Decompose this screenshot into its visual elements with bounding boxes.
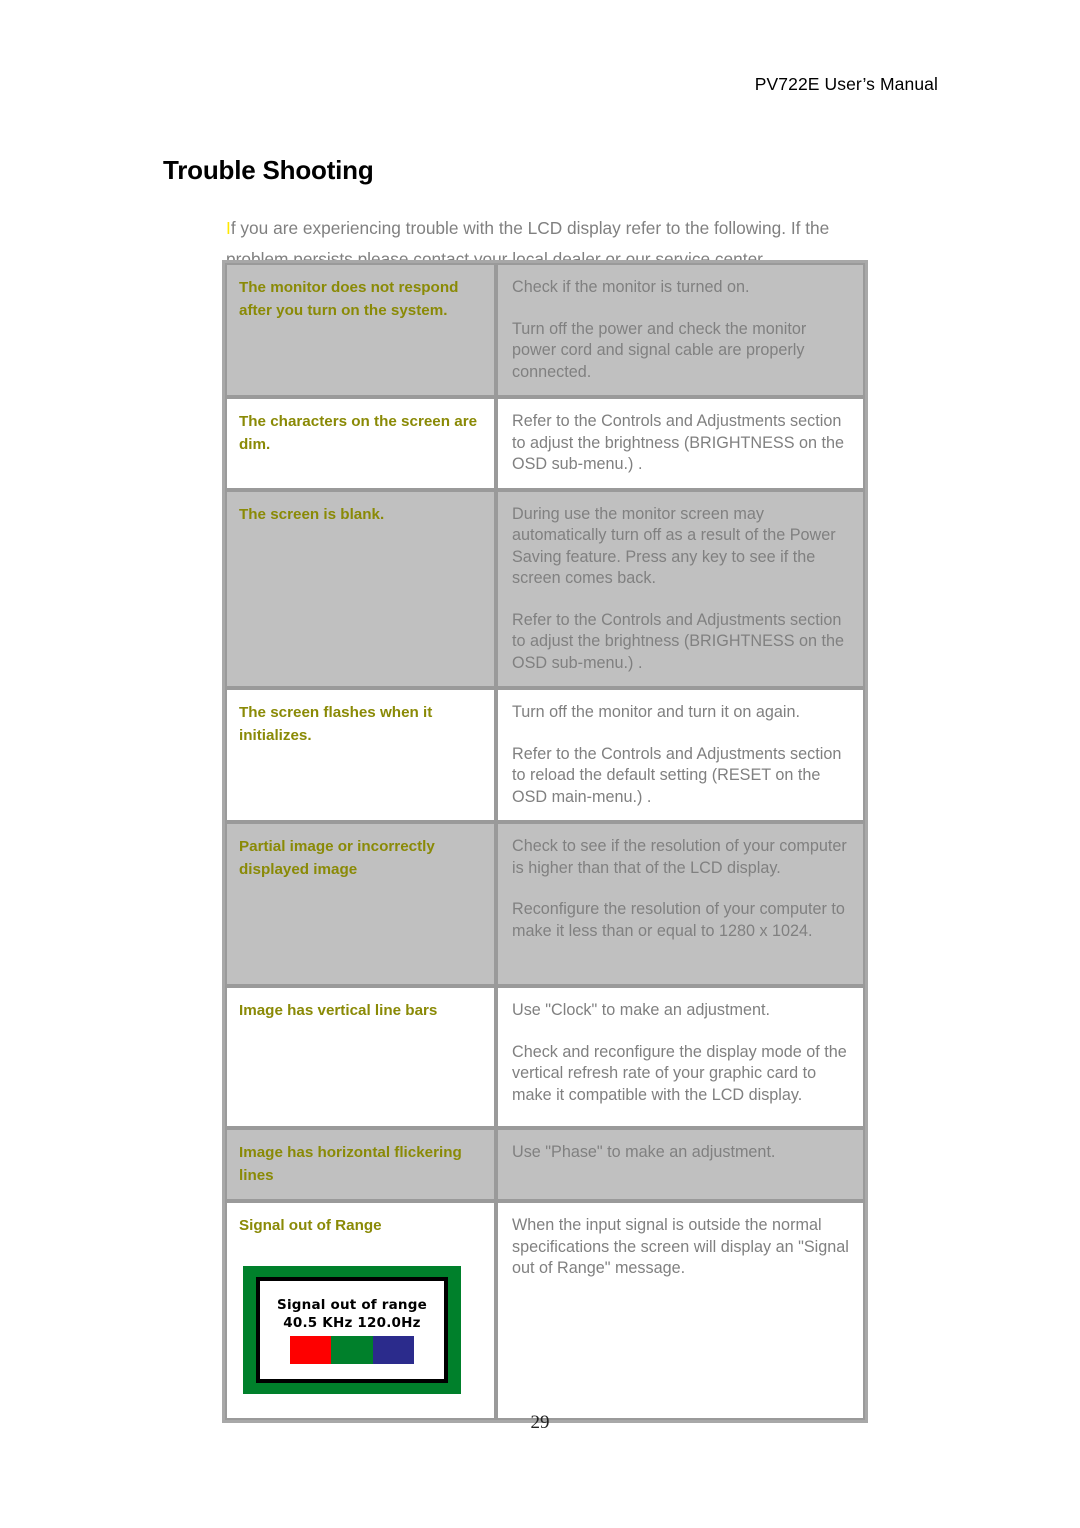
solution-text: Turn off the monitor and turn it on agai… (498, 690, 863, 820)
solution-cell: Use "Phase" to make an adjustment. (496, 1128, 865, 1201)
solution-paragraph: Turn off the monitor and turn it on agai… (512, 703, 800, 721)
solution-paragraph: Check if the monitor is turned on. (512, 278, 750, 296)
symptom-text: Image has horizontal flickering lines (239, 1144, 462, 1184)
page-title: Trouble Shooting (163, 155, 374, 186)
solution-paragraph: Reconfigure the resolution of your compu… (512, 900, 845, 940)
symptom-cell: Signal out of Range Signal out of range … (225, 1201, 496, 1420)
color-bar-blue (372, 1335, 414, 1364)
symptom-cell: Image has vertical line bars (225, 986, 496, 1128)
table-row: The screen is blank. During use the moni… (225, 489, 865, 688)
solution-paragraph: Refer to the Controls and Adjustments se… (512, 610, 845, 672)
symptom-cell: The screen is blank. (225, 489, 496, 688)
solution-cell: Refer to the Controls and Adjustments se… (496, 397, 865, 490)
solution-paragraph: Use "Clock" to make an adjustment. (512, 1001, 771, 1019)
solution-text: Use "Clock" to make an adjustment. Check… (498, 988, 863, 1118)
solution-paragraph: When the input signal is outside the nor… (512, 1216, 849, 1277)
symptom-text: The characters on the screen are dim. (239, 413, 478, 453)
symptom-cell: The characters on the screen are dim. (225, 397, 496, 490)
solution-paragraph: Use "Phase" to make an adjustment. (512, 1143, 776, 1161)
solution-text: Use "Phase" to make an adjustment. (498, 1130, 863, 1176)
solution-paragraph: Check and reconfigure the display mode o… (512, 1042, 847, 1104)
solution-cell: Check to see if the resolution of your c… (496, 822, 865, 986)
solution-text: Check if the monitor is turned on. Turn … (498, 265, 863, 395)
solution-paragraph: During use the monitor screen may automa… (512, 504, 836, 588)
solution-cell: Turn off the monitor and turn it on agai… (496, 688, 865, 822)
symptom-text: The monitor does not respond after you t… (239, 279, 459, 319)
solution-paragraph: Refer to the Controls and Adjustments se… (512, 744, 842, 806)
document-page: PV722E User’s Manual Trouble Shooting If… (0, 0, 1080, 1528)
solution-cell: Use "Clock" to make an adjustment. Check… (496, 986, 865, 1128)
table-row: Partial image or incorrectly displayed i… (225, 822, 865, 986)
symptom-text: Image has vertical line bars (239, 1002, 438, 1019)
monitor-screen: Signal out of range 40.5 KHz 120.0Hz (256, 1276, 448, 1383)
table-row: The screen flashes when it initializes. … (225, 688, 865, 822)
osd-graphic-wrapper: Signal out of range 40.5 KHz 120.0Hz (227, 1250, 494, 1394)
solution-cell: Check if the monitor is turned on. Turn … (496, 263, 865, 397)
symptom-text: The screen is blank. (239, 505, 385, 523)
solution-text: When the input signal is outside the nor… (498, 1203, 863, 1292)
color-bar-green (331, 1335, 373, 1364)
symptom-cell: Image has horizontal flickering lines (225, 1128, 496, 1201)
osd-color-bars (290, 1335, 414, 1364)
color-bar-red (290, 1335, 332, 1364)
solution-paragraph: Turn off the power and check the monitor… (512, 319, 807, 381)
troubleshooting-table: The monitor does not respond after you t… (222, 260, 868, 1423)
page-number: 29 (530, 1412, 550, 1433)
monitor-illustration: Signal out of range 40.5 KHz 120.0Hz (243, 1265, 461, 1394)
solution-paragraph: Check to see if the resolution of your c… (512, 837, 847, 877)
symptom-text: Signal out of Range (239, 1217, 382, 1234)
symptom-text: The screen flashes when it initializes. (239, 704, 433, 744)
table-row: Signal out of Range Signal out of range … (225, 1201, 865, 1420)
symptom-cell: The monitor does not respond after you t… (225, 263, 496, 397)
osd-message-line-1: Signal out of range (277, 1296, 427, 1313)
solution-text: Refer to the Controls and Adjustments se… (498, 399, 863, 488)
symptom-cell: Partial image or incorrectly displayed i… (225, 822, 496, 986)
table-row: The monitor does not respond after you t… (225, 263, 865, 397)
solution-cell: During use the monitor screen may automa… (496, 489, 865, 688)
symptom-text: Partial image or incorrectly displayed i… (239, 838, 435, 878)
osd-message-line-2: 40.5 KHz 120.0Hz (283, 1314, 421, 1331)
table-row: Image has horizontal flickering lines Us… (225, 1128, 865, 1201)
symptom-cell: The screen flashes when it initializes. (225, 688, 496, 822)
solution-text: Check to see if the resolution of your c… (498, 824, 863, 954)
solution-cell: When the input signal is outside the nor… (496, 1201, 865, 1420)
solution-paragraph: Refer to the Controls and Adjustments se… (512, 412, 845, 473)
solution-text: During use the monitor screen may automa… (498, 492, 863, 687)
table-row: The characters on the screen are dim. Re… (225, 397, 865, 490)
running-header: PV722E User’s Manual (754, 74, 938, 94)
table-row: Image has vertical line bars Use "Clock"… (225, 986, 865, 1128)
